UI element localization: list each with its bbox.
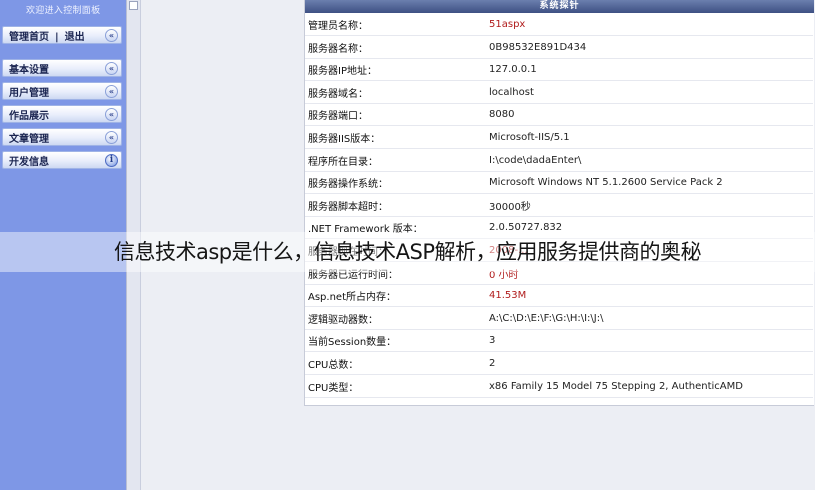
- row-label: 服务器名称：: [308, 43, 368, 55]
- table-row: 逻辑驱动器数： A:\C:\D:\E:\F:\G:\H:\I:\J:\: [305, 308, 813, 330]
- sidebar-item-user-management[interactable]: 用户管理 «: [2, 82, 122, 100]
- sidebar-item-dev-info[interactable]: 开发信息 i: [2, 151, 122, 169]
- sidebar-header: 欢迎进入控制面板: [26, 6, 101, 16]
- sidebar-item-works-showcase[interactable]: 作品展示 «: [2, 105, 122, 123]
- sidebar-item-label: 开发信息: [9, 156, 49, 168]
- row-value: 3: [489, 335, 496, 347]
- table-row: 服务器域名： localhost: [305, 82, 813, 104]
- info-icon[interactable]: i: [105, 153, 118, 167]
- row-label: 当前Session数量：: [308, 337, 397, 349]
- sidebar-item-article-management[interactable]: 文章管理 «: [2, 128, 122, 146]
- row-label: 服务器操作系统：: [308, 179, 388, 191]
- sidebar-item-label: 用户管理: [9, 87, 49, 99]
- row-label: Asp.net所占内存：: [308, 292, 396, 304]
- caption-overlay: 信息技术asp是什么，信息技术ASP解析，应用服务提供商的奥秘: [114, 240, 702, 264]
- row-label: 程序所在目录：: [308, 156, 378, 168]
- row-label: CPU类型：: [308, 382, 359, 394]
- splitter-toggle[interactable]: [129, 1, 138, 10]
- home-link[interactable]: 管理首页: [9, 32, 49, 43]
- table-row: 服务器IIS版本： Microsoft-IIS/5.1: [305, 127, 813, 149]
- table-row: CPU类型： x86 Family 15 Model 75 Stepping 2,…: [305, 376, 813, 398]
- row-label: 服务器IIS版本：: [308, 134, 381, 145]
- row-value: localhost: [489, 86, 534, 98]
- table-row: 服务器名称： 0B98532E891D434: [305, 37, 813, 59]
- row-value: Microsoft Windows NT 5.1.2600 Service Pa…: [489, 177, 723, 189]
- table-row: 程序所在目录： I:\code\dadaEnter\: [305, 150, 813, 172]
- table-row: 服务器IP地址： 127.0.0.1: [305, 59, 813, 82]
- row-label: 服务器IP地址：: [308, 66, 377, 78]
- chevron-double-left-icon[interactable]: «: [105, 61, 118, 75]
- table-row: CPU总数： 2: [305, 353, 813, 375]
- chevron-double-left-icon[interactable]: «: [105, 28, 118, 42]
- system-probe-panel: 系统探针 管理员名称： 51aspx 服务器名称： 0B98532E891D434 服务…: [304, 0, 814, 406]
- row-label: 管理员名称：: [308, 21, 368, 32]
- row-value: 8080: [489, 109, 515, 121]
- table-row: 服务器脚本超时： 30000秒: [305, 195, 813, 217]
- sidebar-item-basic-settings[interactable]: 基本设置 «: [2, 59, 122, 77]
- row-value: 0B98532E891D434: [489, 41, 587, 53]
- table-row: Asp.net所占内存： 41.53M: [305, 285, 813, 308]
- sidebar-item-label: 文章管理: [9, 133, 49, 145]
- sidebar-top-bar: 管理首页 | 退出 «: [2, 26, 122, 44]
- row-value: 41.53M: [489, 290, 527, 302]
- table-row: 当前Session数量： 3: [305, 330, 813, 353]
- row-value: A:\C:\D:\E:\F:\G:\H:\I:\J:\: [489, 312, 604, 324]
- table-row: 服务器端口： 8080: [305, 104, 813, 127]
- panel-title: 系统探针: [305, 0, 814, 13]
- row-value: 2: [489, 358, 496, 369]
- row-value: 127.0.0.1: [489, 64, 537, 76]
- top-separator: |: [55, 31, 59, 43]
- row-value: 30000秒: [489, 201, 531, 213]
- row-value: Microsoft-IIS/5.1: [489, 132, 570, 143]
- chevron-double-left-icon[interactable]: «: [105, 107, 118, 121]
- table-row: 管理员名称： 51aspx: [305, 14, 813, 36]
- table-row: 服务器操作系统： Microsoft Windows NT 5.1.2600 Se…: [305, 172, 813, 195]
- row-label: 逻辑驱动器数：: [308, 314, 378, 326]
- logout-link[interactable]: 退出: [65, 32, 85, 43]
- sidebar-item-label: 基本设置: [9, 64, 49, 76]
- row-value: x86 Family 15 Model 75 Stepping 2, Authe…: [489, 380, 743, 392]
- row-label: 服务器端口：: [308, 111, 368, 123]
- row-value: 51aspx: [489, 19, 526, 30]
- chevron-double-left-icon[interactable]: «: [105, 84, 118, 98]
- row-label: 服务器脚本超时：: [308, 201, 388, 213]
- row-value: I:\code\dadaEnter\: [489, 154, 582, 166]
- sidebar-item-label: 作品展示: [9, 110, 49, 122]
- row-label: 服务器域名：: [308, 88, 368, 100]
- chevron-double-left-icon[interactable]: «: [105, 130, 118, 144]
- row-label: CPU总数：: [308, 360, 359, 371]
